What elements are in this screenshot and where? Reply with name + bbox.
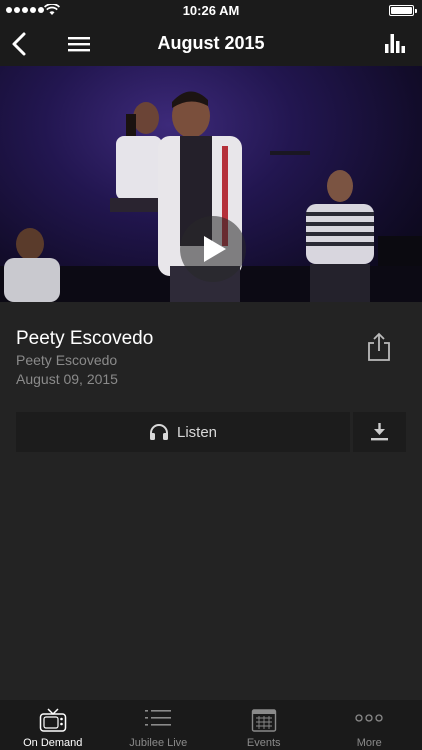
tab-label: Events bbox=[246, 737, 281, 749]
listen-label: Listen bbox=[176, 423, 218, 441]
tab-jubilee-live[interactable]: Jubilee Live bbox=[106, 700, 212, 750]
status-time: 10:26 AM bbox=[182, 3, 240, 18]
more-dots-icon bbox=[355, 714, 383, 722]
download-icon bbox=[371, 423, 388, 441]
download-button[interactable] bbox=[353, 412, 406, 452]
status-bar: 10:26 AM bbox=[0, 0, 422, 22]
tab-label: More bbox=[356, 737, 382, 749]
video-player[interactable] bbox=[0, 66, 422, 302]
share-button[interactable] bbox=[366, 332, 392, 362]
battery-icon bbox=[389, 5, 417, 16]
list-icon bbox=[145, 710, 172, 726]
tab-events[interactable]: Events bbox=[211, 700, 317, 750]
tab-on-demand[interactable]: On Demand bbox=[0, 700, 106, 750]
tab-label: Jubilee Live bbox=[129, 737, 188, 749]
play-button[interactable] bbox=[180, 216, 246, 282]
headphones-icon bbox=[149, 424, 168, 440]
listen-button[interactable]: Listen bbox=[16, 412, 350, 452]
media-date: August 09, 2015 bbox=[16, 371, 118, 387]
calendar-icon bbox=[251, 709, 276, 732]
media-speaker: Peety Escovedo bbox=[16, 352, 118, 368]
page-title: August 2015 bbox=[157, 33, 265, 53]
tv-icon bbox=[39, 708, 66, 732]
stats-button[interactable] bbox=[384, 32, 406, 54]
nav-bar: August 2015 bbox=[0, 22, 422, 66]
tab-bar: On Demand Jubilee Live Events More bbox=[0, 700, 422, 750]
tab-label: On Demand bbox=[23, 737, 83, 749]
play-icon bbox=[204, 236, 226, 262]
tab-more[interactable]: More bbox=[317, 700, 422, 750]
media-title: Peety Escovedo bbox=[16, 328, 154, 349]
